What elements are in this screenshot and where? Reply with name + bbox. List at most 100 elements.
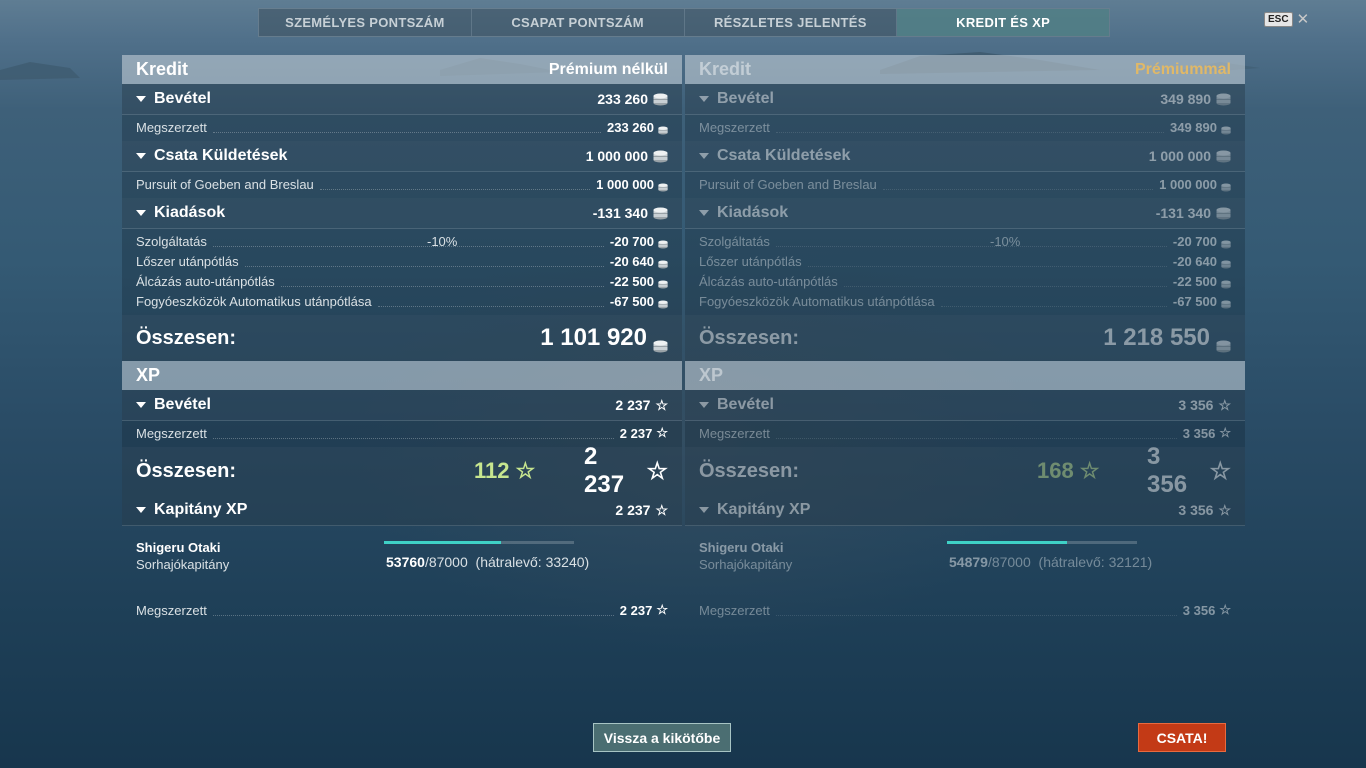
credit-total-label: Összesen: [136, 326, 237, 349]
xp-star-icon: ☆ [1209, 457, 1231, 485]
credit-coin-icon [1216, 332, 1231, 352]
xp-total-label: Összesen: [136, 459, 237, 482]
earned-row: Megszerzett 233 260 [122, 117, 682, 137]
income-label: Bevétel [717, 90, 774, 107]
credit-coin-icon [653, 93, 668, 106]
mission-row: Pursuit of Goeben and Breslau 1 000 000 [685, 174, 1245, 194]
captain-xp-label: Kapitány XP [154, 501, 248, 518]
xp-header-label: XP [699, 365, 724, 385]
collapse-arrow-icon [136, 507, 146, 513]
back-to-port-button[interactable]: Vissza a kikötőbe [593, 723, 731, 752]
expense-value: -20 700 [609, 233, 654, 249]
tab-personal-score[interactable]: SZEMÉLYES PONTSZÁM [259, 9, 472, 36]
expenses-group[interactable]: Kiadások -131 340 [685, 198, 1245, 229]
captain-progress-bar [947, 541, 1137, 544]
captain-earned-value: 3 356 [1182, 602, 1216, 618]
income-group[interactable]: Bevétel 233 260 [122, 84, 682, 115]
credit-section-header: Kredit Prémium nélkül [122, 55, 682, 84]
expense-label: Lőszer utánpótlás [136, 253, 239, 269]
expense-value: -67 500 [609, 293, 654, 309]
credit-total-value: 1 101 920 [540, 324, 647, 351]
captain-progress-max: /87000 [424, 554, 468, 570]
credit-total: Összesen: 1 101 920 [122, 315, 682, 361]
captain-progress-bar [384, 541, 574, 544]
credit-header-label: Kredit [699, 59, 752, 79]
expense-row: Lőszer utánpótlás -20 640 [685, 251, 1245, 271]
xp-income-group[interactable]: Bevétel 2 237 ☆ [122, 390, 682, 421]
xp-bonus-value: 168 [1037, 458, 1074, 483]
expense-label: Álcázás auto-utánpótlás [136, 273, 275, 289]
expense-value: -20 640 [609, 253, 654, 269]
xp-total: Összesen: 168 ☆ 3 356 ☆ [685, 443, 1245, 498]
xp-earned-label: Megszerzett [136, 425, 207, 441]
expense-row: Szolgáltatás -10% -20 700 [685, 231, 1245, 251]
variant-label: Prémiummal [1134, 60, 1231, 78]
captain-progress-text: 54879/87000 (hátralevő: 32121) [949, 554, 1152, 570]
earned-label: Megszerzett [136, 119, 207, 135]
credit-coin-icon [1221, 180, 1231, 191]
captain-xp-group[interactable]: Kapitány XP 2 237 ☆ [122, 495, 682, 526]
xp-star-icon: ☆ [656, 602, 668, 617]
tab-credit-xp[interactable]: KREDIT ÉS XP [897, 9, 1109, 36]
expense-row: Szolgáltatás -10% -20 700 [122, 231, 682, 251]
missions-group[interactable]: Csata Küldetések 1 000 000 [122, 141, 682, 172]
xp-star-icon: ☆ [1218, 396, 1231, 413]
xp-star-icon: ☆ [655, 396, 668, 413]
xp-star-icon: ☆ [655, 501, 668, 518]
expense-label: Fogyóeszközök Automatikus utánpótlása [699, 293, 935, 309]
xp-total-label: Összesen: [699, 459, 800, 482]
xp-star-icon: ☆ [1219, 425, 1231, 440]
xp-income-value: 3 356 [1178, 397, 1214, 413]
xp-earned-row: Megszerzett 2 237 ☆ [122, 423, 682, 443]
earned-value: 349 890 [1170, 119, 1217, 135]
expenses-label: Kiadások [154, 204, 226, 221]
mission-value: 1 000 000 [596, 176, 654, 192]
xp-income-group[interactable]: Bevétel 3 356 ☆ [685, 390, 1245, 421]
xp-earned-label: Megszerzett [699, 425, 770, 441]
credit-coin-icon [1221, 277, 1231, 288]
income-group[interactable]: Bevétel 349 890 [685, 84, 1245, 115]
expenses-group[interactable]: Kiadások -131 340 [122, 198, 682, 229]
collapse-arrow-icon [699, 210, 709, 216]
captain-earned-label: Megszerzett [699, 602, 770, 618]
tab-bar: SZEMÉLYES PONTSZÁM CSAPAT PONTSZÁM RÉSZL… [258, 8, 1110, 37]
xp-star-icon: ☆ [656, 425, 668, 440]
tab-detailed-report[interactable]: RÉSZLETES JELENTÉS [685, 9, 898, 36]
credit-section-header: Kredit Prémiummal [685, 55, 1245, 84]
collapse-arrow-icon [699, 402, 709, 408]
expense-value: -20 700 [1172, 233, 1217, 249]
mission-label: Pursuit of Goeben and Breslau [699, 176, 877, 192]
captain-progress-current: 53760 [386, 554, 425, 570]
xp-bonus-value: 112 [474, 458, 510, 483]
esc-close-button[interactable]: ESC ✕ [1264, 12, 1309, 27]
captain-info: Shigeru Otaki Sorhajókapitány 54879/8700… [685, 526, 1245, 600]
captain-progress-remaining: (hátralevő: 33240) [475, 554, 590, 570]
missions-group[interactable]: Csata Küldetések 1 000 000 [685, 141, 1245, 172]
xp-income-value: 2 237 [615, 397, 651, 413]
esc-key-label: ESC [1264, 12, 1293, 27]
mission-label: Pursuit of Goeben and Breslau [136, 176, 314, 192]
captain-earned-label: Megszerzett [136, 602, 207, 618]
tab-team-score[interactable]: CSAPAT PONTSZÁM [472, 9, 685, 36]
collapse-arrow-icon [136, 96, 146, 102]
close-icon: ✕ [1296, 10, 1310, 28]
earned-label: Megszerzett [699, 119, 770, 135]
captain-earned-row: Megszerzett 3 356 ☆ [685, 600, 1245, 620]
captain-xp-group[interactable]: Kapitány XP 3 356 ☆ [685, 495, 1245, 526]
battle-button[interactable]: CSATA! [1138, 723, 1226, 752]
xp-total-value: 2 237 [584, 443, 625, 498]
captain-earned-row: Megszerzett 2 237 ☆ [122, 600, 682, 620]
captain-progress-fill [384, 541, 502, 544]
expense-row: Álcázás auto-utánpótlás -22 500 [122, 271, 682, 291]
mission-row: Pursuit of Goeben and Breslau 1 000 000 [122, 174, 682, 194]
collapse-arrow-icon [136, 210, 146, 216]
captain-xp-label: Kapitány XP [717, 501, 811, 518]
missions-label: Csata Küldetések [154, 147, 288, 164]
expense-discount: -10% [427, 233, 458, 249]
missions-value: 1 000 000 [1148, 148, 1211, 164]
credit-coin-icon [653, 207, 668, 220]
xp-earned-row: Megszerzett 3 356 ☆ [685, 423, 1245, 443]
expenses-label: Kiadások [717, 204, 789, 221]
credit-coin-icon [658, 297, 668, 308]
credit-coin-icon [1221, 257, 1231, 268]
